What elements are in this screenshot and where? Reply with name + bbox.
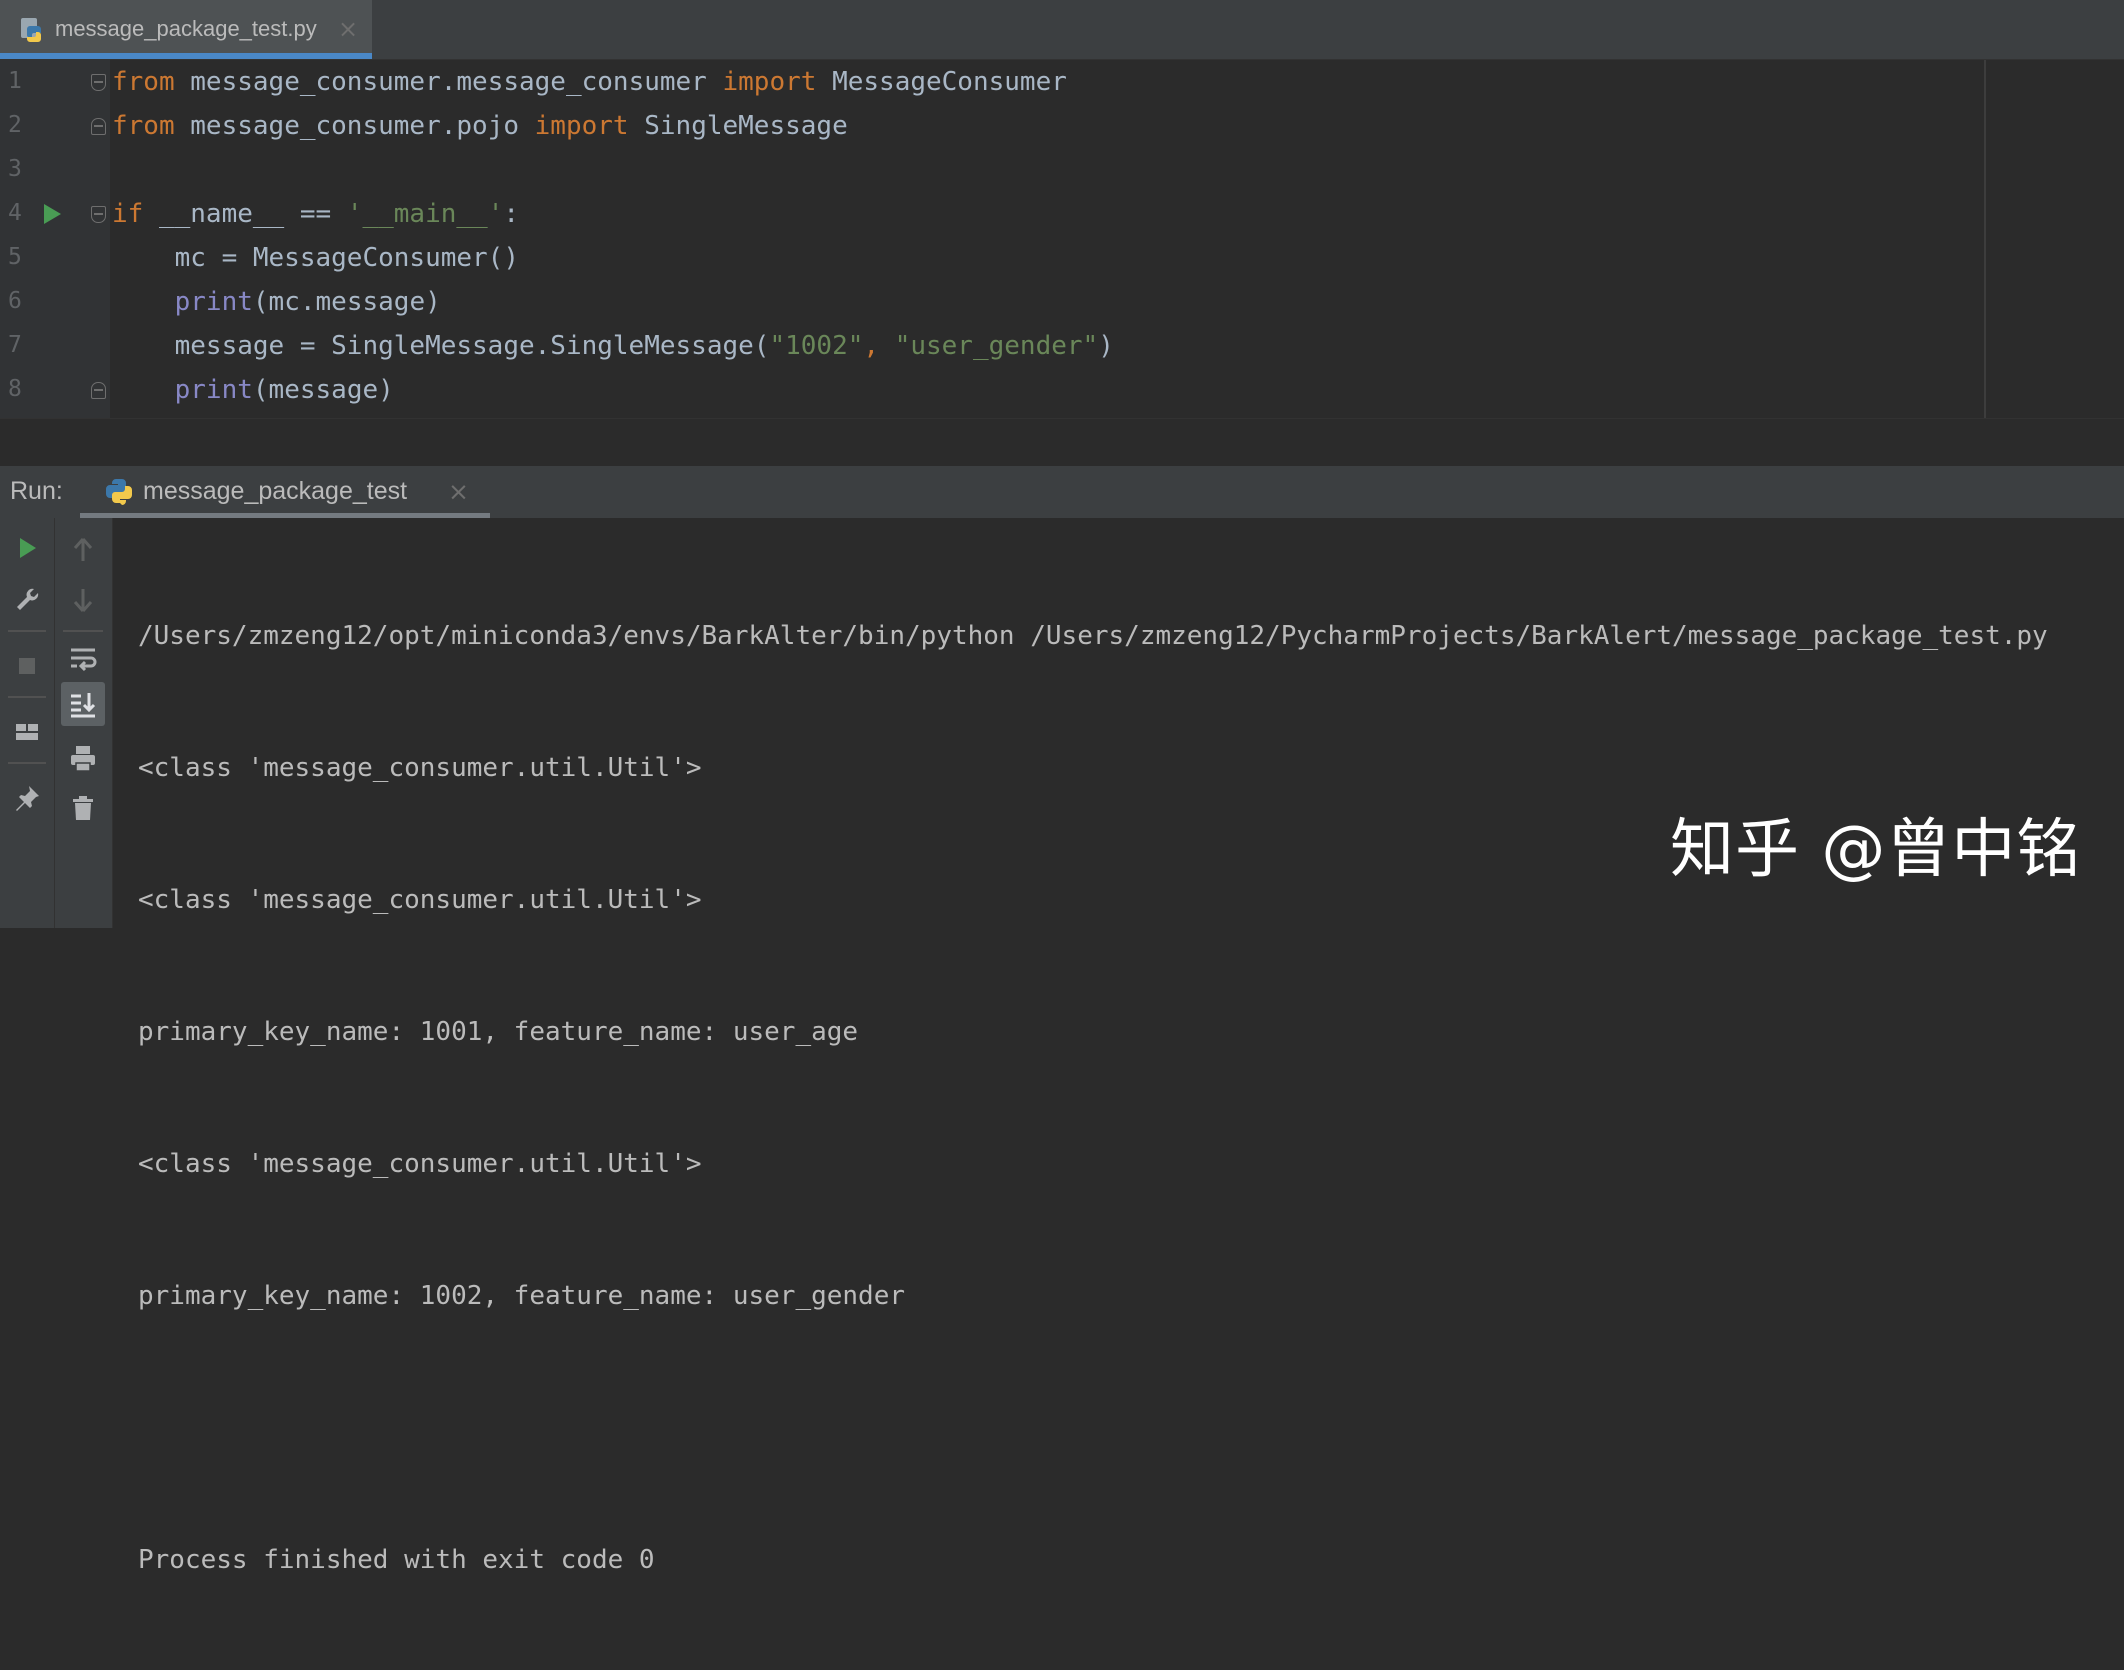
code-token: message = SingleMessage.SingleMessage( [112, 331, 770, 361]
code-token: message_consumer.message_consumer [174, 67, 723, 97]
code-text: mc = MessageConsumer() [112, 242, 519, 274]
code-token: , [863, 331, 895, 361]
arrow-up-icon[interactable] [63, 530, 103, 570]
code-line[interactable]: 1 from message_consumer.message_consumer… [0, 60, 2124, 104]
console-line: primary_key_name: 1001, feature_name: us… [138, 1017, 859, 1047]
arrow-down-icon[interactable] [63, 580, 103, 620]
line-number: 6 [8, 288, 22, 314]
code-token: "1002" [769, 331, 864, 361]
console-line: <class 'message_consumer.util.Util'> [138, 753, 702, 783]
layout-icon[interactable] [7, 712, 47, 752]
code-line[interactable]: 4 if __name__ == '__main__': [0, 192, 2124, 236]
scroll-to-end-button[interactable] [61, 682, 105, 726]
code-line[interactable]: 6 print(mc.message) [0, 280, 2124, 324]
code-text: print(mc.message) [112, 286, 441, 318]
code-token: (mc.message) [252, 287, 441, 317]
rerun-icon[interactable] [7, 528, 47, 568]
line-number: 2 [8, 112, 22, 138]
code-text: print(message) [112, 374, 394, 406]
line-number: 8 [8, 376, 22, 402]
toolbar-separator [8, 762, 46, 764]
code-line[interactable]: 2 from message_consumer.pojo import Sing… [0, 104, 2124, 148]
code-line[interactable]: 3 [0, 148, 2124, 192]
soft-wrap-icon[interactable] [63, 638, 103, 678]
code-token: if [112, 199, 144, 229]
code-token: from [112, 67, 175, 97]
fold-icon[interactable] [91, 118, 106, 135]
active-tab-indicator [0, 53, 372, 59]
line-number: 1 [8, 68, 22, 94]
python-icon [106, 479, 132, 505]
run-panel-title: Run: [10, 477, 63, 505]
code-token: '__main__' [346, 199, 504, 229]
code-token: ) [1098, 331, 1114, 361]
run-toolbar-primary [0, 518, 55, 928]
run-gutter-icon[interactable] [44, 204, 61, 224]
pin-icon[interactable] [7, 778, 47, 818]
code-text: message = SingleMessage.SingleMessage("1… [112, 330, 1114, 362]
code-token: from [112, 111, 175, 141]
code-token: import [722, 67, 817, 97]
scroll-to-end-icon [71, 693, 96, 718]
run-tab-close-icon[interactable]: × [448, 477, 469, 506]
watermark: 知乎 @曾中铭 [1670, 813, 2082, 887]
code-token: import [534, 111, 629, 141]
stop-icon[interactable] [7, 646, 47, 686]
code-editor[interactable]: 1 from message_consumer.message_consumer… [0, 60, 2124, 418]
code-token: message_consumer.pojo [174, 111, 535, 141]
code-token: print [174, 375, 253, 405]
console-line: /Users/zmzeng12/opt/miniconda3/envs/Bark… [138, 621, 2048, 651]
toolbar-separator [63, 630, 103, 632]
line-number: 7 [8, 332, 22, 358]
run-panel-header: Run: message_package_test × [0, 466, 2124, 519]
editor-tab-close-icon[interactable]: × [338, 15, 358, 43]
line-number: 5 [8, 244, 22, 270]
code-line[interactable]: 5 mc = MessageConsumer() [0, 236, 2124, 280]
trash-icon[interactable] [63, 788, 103, 828]
code-token: print [174, 287, 253, 317]
line-number: 3 [8, 156, 22, 182]
code-token: __name__ == [143, 199, 347, 229]
run-tab-label: message_package_test [143, 477, 408, 505]
console-line: <class 'message_consumer.util.Util'> [138, 1149, 702, 1179]
wrench-icon[interactable] [7, 580, 47, 620]
console-line: Process finished with exit code 0 [138, 1545, 655, 1575]
editor-tab-label: message_package_test.py [55, 16, 317, 41]
code-token: (message) [252, 375, 394, 405]
fold-icon[interactable] [91, 74, 106, 91]
code-text: from message_consumer.pojo import Single… [112, 110, 848, 142]
code-token: "user_gender" [894, 331, 1099, 361]
code-text: if __name__ == '__main__': [112, 198, 519, 230]
fold-icon[interactable] [91, 206, 106, 223]
python-file-icon [21, 18, 41, 42]
line-number: 4 [8, 200, 22, 226]
console-output[interactable]: /Users/zmzeng12/opt/miniconda3/envs/Bark… [138, 526, 2048, 1670]
code-token: MessageConsumer [816, 67, 1067, 97]
panel-splitter[interactable] [0, 418, 2124, 467]
code-token: SingleMessage [628, 111, 848, 141]
run-toolbar-secondary [55, 518, 113, 928]
console-line: primary_key_name: 1002, feature_name: us… [138, 1281, 906, 1311]
code-line[interactable]: 8 print(message) [0, 368, 2124, 412]
toolbar-separator [8, 630, 46, 632]
run-tab-message-package-test[interactable]: message_package_test × [80, 466, 490, 518]
code-token: : [503, 199, 520, 229]
code-token: mc = MessageConsumer() [112, 243, 519, 273]
code-line[interactable]: 7 message = SingleMessage.SingleMessage(… [0, 324, 2124, 368]
fold-icon[interactable] [91, 382, 106, 399]
editor-tab-message-package-test[interactable]: message_package_test.py × [0, 0, 372, 59]
toolbar-separator [8, 696, 46, 698]
code-text: from message_consumer.message_consumer i… [112, 66, 1067, 98]
print-icon[interactable] [63, 738, 103, 778]
editor-tab-bar: message_package_test.py × [0, 0, 2124, 60]
